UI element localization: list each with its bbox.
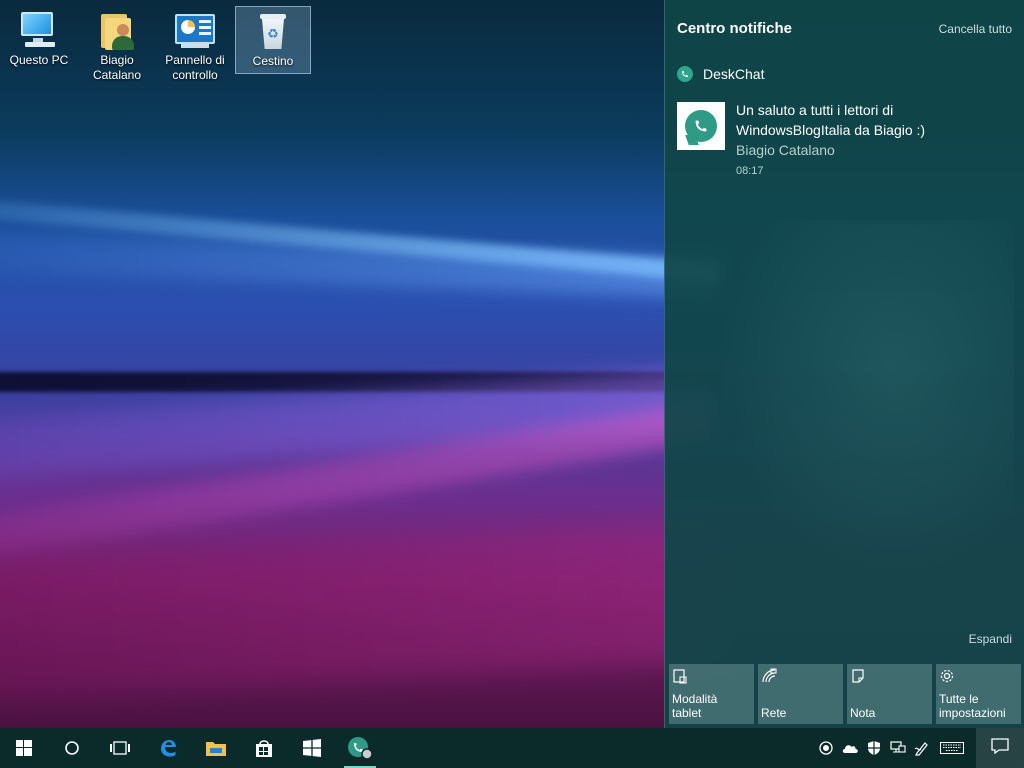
- desktop-icon-control-panel[interactable]: Pannello di controllo: [157, 6, 233, 82]
- cortana-search-icon: [64, 740, 80, 756]
- tablet-mode-icon: [672, 668, 690, 686]
- action-center-title: Centro notifiche: [677, 20, 792, 37]
- desktop-icon-user-folder[interactable]: Biagio Catalano: [79, 6, 155, 82]
- touch-keyboard-tray-button[interactable]: [934, 728, 970, 768]
- touch-keyboard-icon: [940, 742, 964, 754]
- file-explorer-button[interactable]: [192, 728, 240, 768]
- notification-app-name: DeskChat: [703, 66, 765, 82]
- quick-action-label: Modalità: [672, 692, 718, 706]
- desktop-icon-this-pc[interactable]: Questo PC: [1, 6, 77, 74]
- edge-button[interactable]: [144, 728, 192, 768]
- pen-workspace-tray-button[interactable]: [910, 728, 934, 768]
- notification-message: Un saluto a tutti i lettori di: [736, 102, 894, 118]
- edge-icon: [158, 738, 178, 758]
- quick-action-note[interactable]: Nota: [847, 664, 932, 724]
- action-center-backdrop: [714, 220, 1014, 580]
- notification-app-header[interactable]: DeskChat: [677, 64, 764, 84]
- start-button[interactable]: [0, 728, 48, 768]
- deskchat-taskbar-button[interactable]: [336, 728, 384, 768]
- quick-action-label: Nota: [850, 706, 876, 720]
- store-button[interactable]: [240, 728, 288, 768]
- onedrive-icon: [841, 742, 859, 754]
- defender-tray-button[interactable]: [862, 728, 886, 768]
- control-panel-icon: [173, 10, 217, 50]
- file-explorer-icon: [205, 739, 227, 757]
- quick-action-network[interactable]: Rete: [758, 664, 843, 724]
- quick-action-tablet-mode[interactable]: Modalità tablet: [669, 664, 754, 724]
- store-icon: [254, 738, 274, 758]
- expand-quick-actions-link[interactable]: Espandi: [969, 632, 1012, 646]
- desktop-icon-label: Biagio: [100, 53, 134, 67]
- quick-action-label: tablet: [672, 706, 702, 720]
- pen-ink-icon: [914, 740, 930, 756]
- network-tray-button[interactable]: [886, 728, 910, 768]
- defender-icon: [867, 740, 881, 756]
- quick-actions: Modalità tablet Rete Nota Tutte le impos…: [669, 664, 1021, 724]
- action-center-button[interactable]: [976, 728, 1024, 768]
- deskchat-icon: [346, 735, 374, 761]
- wallpaper-light-beam: [0, 520, 723, 700]
- taskbar: [0, 728, 1024, 768]
- cortana-search-button[interactable]: [48, 728, 96, 768]
- quick-action-label: impostazioni: [939, 706, 1006, 720]
- recycle-bin-icon: ♻: [251, 11, 295, 51]
- record-icon: [819, 741, 833, 755]
- computer-icon: [17, 10, 61, 50]
- record-tray-button[interactable]: [814, 728, 838, 768]
- task-view-icon: [109, 740, 131, 756]
- action-center-panel: Centro notifiche Cancella tutto DeskChat…: [664, 0, 1024, 728]
- note-icon: [850, 668, 868, 686]
- desktop-icon-recycle-bin[interactable]: ♻ Cestino: [235, 6, 311, 74]
- network-wired-icon: [890, 741, 906, 755]
- desktop-icon-label: controllo: [172, 68, 218, 82]
- network-icon: [761, 668, 779, 686]
- notification-card[interactable]: Un saluto a tutti i lettori di WindowsBl…: [677, 100, 1013, 180]
- start-icon: [16, 740, 32, 756]
- settings-gear-icon: [939, 668, 957, 686]
- notification-time: 08:17: [736, 165, 764, 177]
- clear-all-link[interactable]: Cancella tutto: [939, 22, 1012, 36]
- action-center-icon: [991, 737, 1009, 759]
- quick-action-all-settings[interactable]: Tutte le impostazioni: [936, 664, 1021, 724]
- user-folder-icon: [95, 10, 139, 50]
- quick-action-label: Tutte le: [939, 692, 979, 706]
- system-tray: [814, 728, 1024, 768]
- notification-sender: Biagio Catalano: [736, 142, 835, 158]
- notification-message: WindowsBlogItalia da Biagio :): [736, 122, 926, 138]
- desktop-icon-label: Cestino: [252, 54, 294, 68]
- deskchat-app-icon: [677, 66, 693, 82]
- deskchat-logo-icon: [677, 102, 725, 150]
- desktop-icon-label: Catalano: [92, 68, 142, 82]
- pinned-app-button[interactable]: [288, 728, 336, 768]
- onedrive-tray-button[interactable]: [838, 728, 862, 768]
- quick-action-label: Rete: [761, 706, 787, 720]
- mail-tile-icon: [302, 738, 322, 758]
- desktop-icon-label: Questo PC: [9, 53, 69, 67]
- desktop-icon-label: Pannello di: [165, 53, 225, 67]
- task-view-button[interactable]: [96, 728, 144, 768]
